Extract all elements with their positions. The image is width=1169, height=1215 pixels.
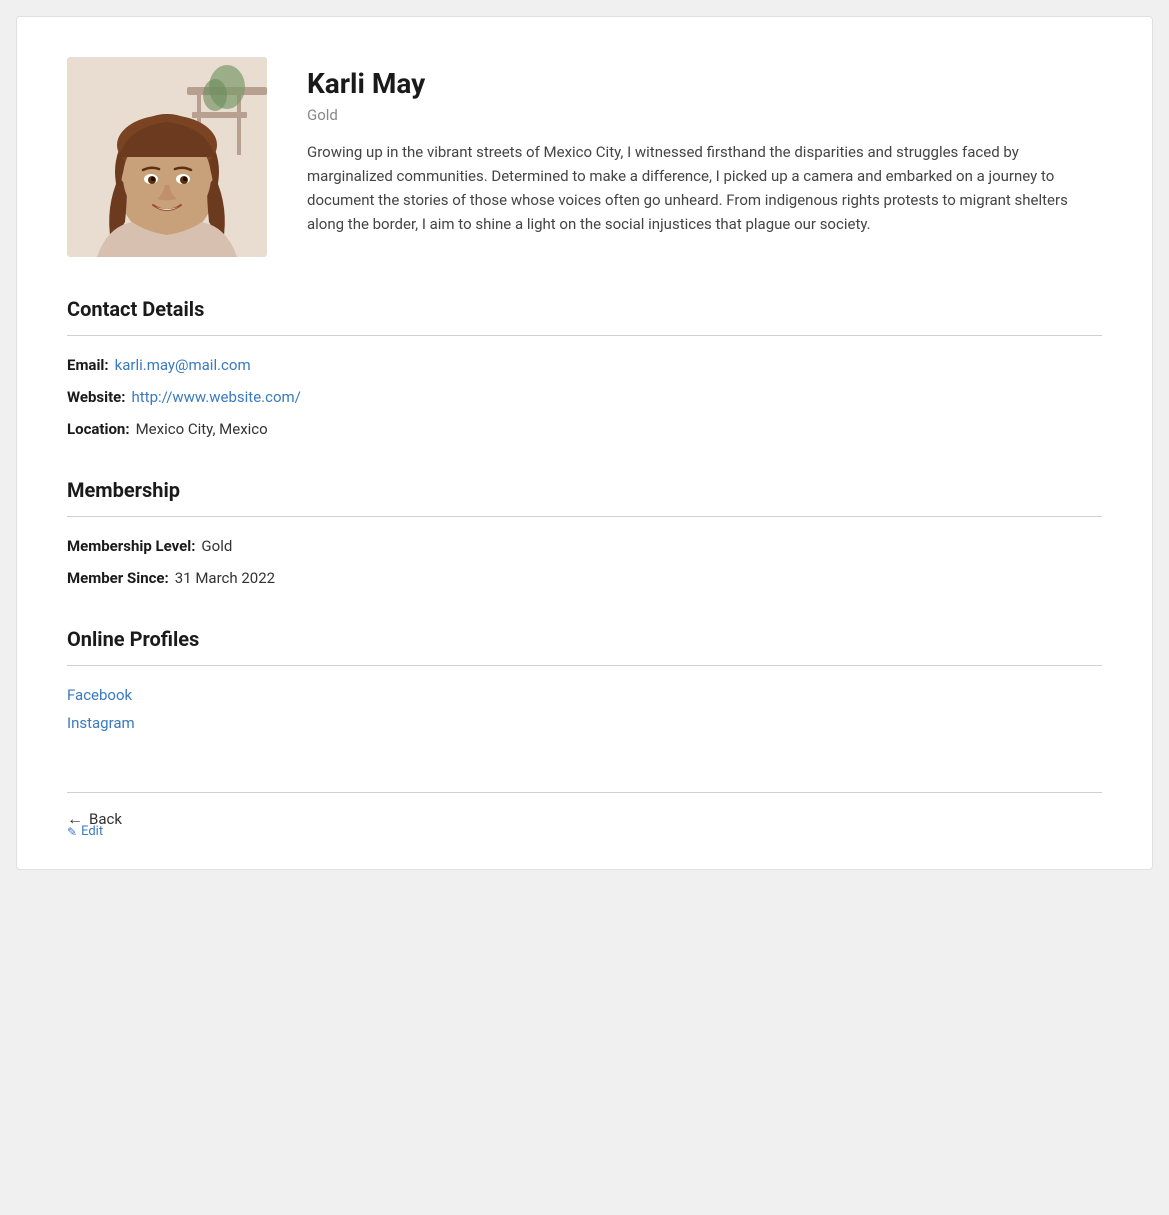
edit-icon: ✎ bbox=[67, 825, 77, 839]
online-profiles-section: Online Profiles Facebook Instagram bbox=[67, 627, 1102, 732]
membership-divider bbox=[67, 516, 1102, 517]
website-row: Website: http://www.website.com/ bbox=[67, 388, 1102, 406]
profile-tier: Gold bbox=[307, 106, 1102, 124]
membership-level-label: Membership Level: bbox=[67, 537, 195, 555]
membership-level-row: Membership Level: Gold bbox=[67, 537, 1102, 555]
location-row: Location: Mexico City, Mexico bbox=[67, 420, 1102, 438]
online-profile-link[interactable]: Instagram bbox=[67, 714, 1102, 732]
edit-label: Edit bbox=[81, 824, 103, 839]
membership-section-title: Membership bbox=[67, 478, 1102, 502]
profile-info: Karli May Gold Growing up in the vibrant… bbox=[307, 57, 1102, 236]
email-label: Email: bbox=[67, 356, 109, 374]
profile-bio: Growing up in the vibrant streets of Mex… bbox=[307, 140, 1102, 236]
contact-section: Contact Details Email: karli.may@mail.co… bbox=[67, 297, 1102, 438]
contact-divider bbox=[67, 335, 1102, 336]
location-value: Mexico City, Mexico bbox=[136, 420, 268, 438]
profile-card: Karli May Gold Growing up in the vibrant… bbox=[16, 16, 1153, 870]
website-link[interactable]: http://www.website.com/ bbox=[132, 388, 301, 406]
location-label: Location: bbox=[67, 420, 130, 438]
online-profile-link[interactable]: Facebook bbox=[67, 686, 1102, 704]
footer-nav: ← Back bbox=[67, 809, 1102, 839]
page-wrapper: Karli May Gold Growing up in the vibrant… bbox=[0, 0, 1169, 1215]
membership-level-value: Gold bbox=[201, 537, 232, 555]
edit-link[interactable]: ✎ Edit bbox=[67, 824, 103, 839]
contact-section-title: Contact Details bbox=[67, 297, 1102, 321]
member-since-row: Member Since: 31 March 2022 bbox=[67, 569, 1102, 587]
website-label: Website: bbox=[67, 388, 126, 406]
email-link[interactable]: karli.may@mail.com bbox=[115, 356, 251, 374]
profile-header: Karli May Gold Growing up in the vibrant… bbox=[67, 57, 1102, 257]
online-profiles-divider bbox=[67, 665, 1102, 666]
membership-section: Membership Membership Level: Gold Member… bbox=[67, 478, 1102, 587]
member-since-label: Member Since: bbox=[67, 569, 169, 587]
email-row: Email: karli.may@mail.com bbox=[67, 356, 1102, 374]
avatar bbox=[67, 57, 267, 257]
footer-divider bbox=[67, 792, 1102, 793]
online-profiles-title: Online Profiles bbox=[67, 627, 1102, 651]
profile-name: Karli May bbox=[307, 67, 1102, 100]
online-profiles-list: Facebook Instagram bbox=[67, 686, 1102, 732]
member-since-value: 31 March 2022 bbox=[175, 569, 275, 587]
